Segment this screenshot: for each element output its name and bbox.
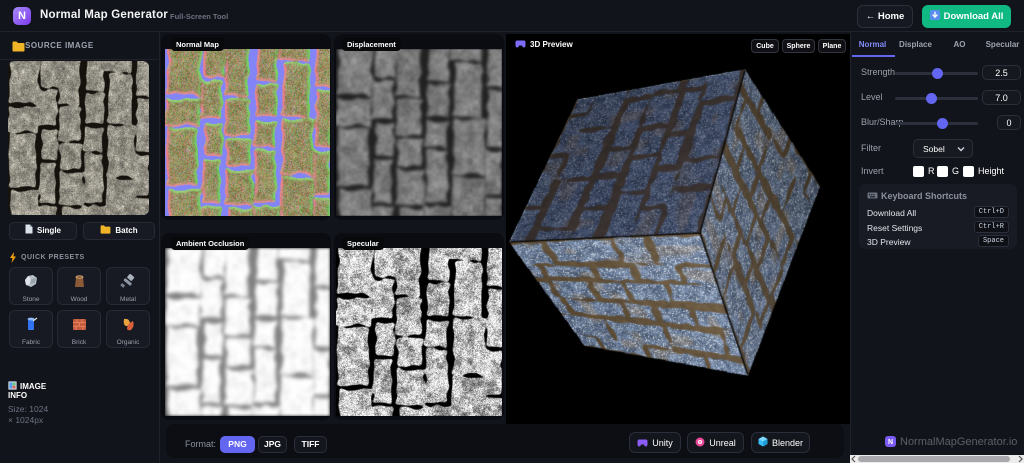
svg-text:N: N [888, 439, 893, 446]
